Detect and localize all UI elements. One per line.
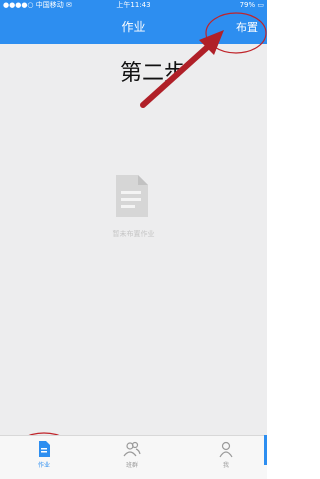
person-icon [219, 441, 233, 458]
annotation-overlay [13, 12, 267, 478]
document-icon [39, 441, 50, 457]
tab-label: 我 [222, 462, 229, 469]
tab-homework[interactable]: 作业 [22, 440, 66, 469]
tab-me[interactable]: 我 [204, 440, 248, 469]
tab-bar: 作业 班群 我 [0, 435, 267, 479]
tab-label: 作业 [37, 462, 50, 469]
group-icon [123, 441, 141, 457]
annotation-arrow-shaft [140, 40, 215, 108]
scroll-edge [264, 435, 267, 465]
tab-label: 班群 [125, 462, 138, 469]
tab-class-group[interactable]: 班群 [110, 440, 154, 469]
